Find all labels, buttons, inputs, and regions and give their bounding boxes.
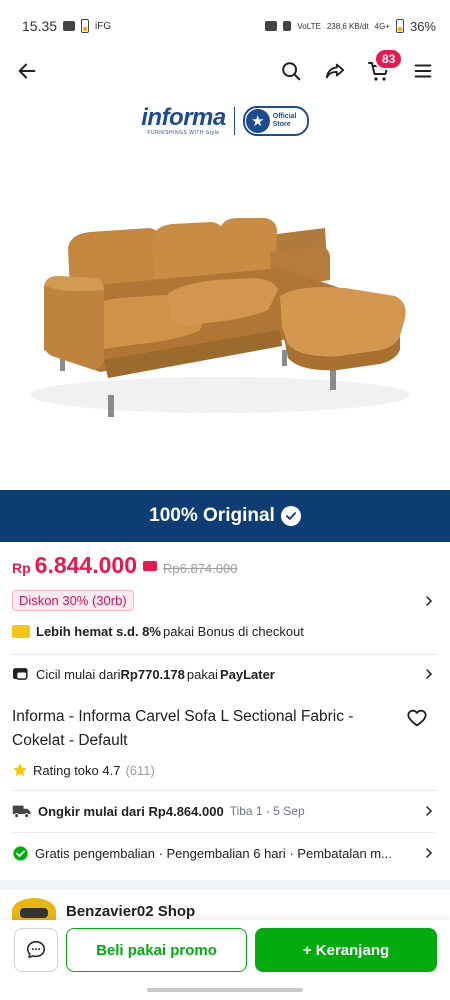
star-icon: ★ [245,109,270,133]
verified-check-icon [280,506,301,526]
brand-tagline: FURNISHINGS WITH Style [147,130,220,136]
divider [12,654,438,655]
net-speed: 238,6 KB/dt [326,21,369,31]
volte-label: VoLTE [297,21,321,31]
battery-percent: 36% [409,18,436,34]
back-button[interactable] [12,56,42,86]
original-banner: 100% Original [0,490,450,542]
discount-badge: Diskon 30% (30rb) [12,590,134,611]
chevron-right-icon [420,592,438,610]
cart-button[interactable]: 83 [364,48,404,86]
divider [12,832,438,833]
section-separator [0,880,450,890]
shipping-eta: Tiba 1 - 5 Sep [229,804,305,818]
product-image[interactable] [0,160,450,490]
official-store-label: Official Store [272,113,297,128]
rating-row: Rating toko 4.7 (611) [12,762,155,778]
price-currency: Rp [12,560,31,576]
top-navigation: 83 [0,48,450,90]
status-time: 15.35 [22,18,58,34]
shipping-cost: Ongkir mulai dari Rp4.864.000 [38,803,224,819]
chat-button[interactable] [14,928,58,972]
add-to-cart-button[interactable]: + Keranjang [255,928,437,972]
heart-icon [407,709,427,727]
shield-check-icon [13,845,28,861]
price-row: Rp 6.844.000 Rp6.874.000 [12,552,438,579]
status-extra: iFG [95,20,112,32]
signal-label: 4G+ [374,21,390,31]
status-bar: 15.35 iFG VoLTE 238,6 KB/dt 4G+ 36% [0,0,450,52]
price-original: Rp6.874.000 [163,561,238,576]
menu-button[interactable] [408,56,438,86]
brand-header: informa FURNISHINGS WITH Style ★ Officia… [0,106,450,136]
shop-name: Benzavier02 Shop [66,902,196,920]
paylater-amount: Rp770.178 [120,666,185,682]
vibrate-icon [283,21,292,31]
paylater-row[interactable]: Cicil mulai dari Rp770.178 pakai PayLate… [12,665,438,683]
small-battery-icon [81,19,90,33]
chevron-right-icon [420,802,438,820]
returns-text: Gratis pengembalian · Pengembalian 6 har… [35,845,392,861]
search-icon [282,62,301,81]
price-current: 6.844.000 [34,552,137,578]
menu-icon [414,64,432,78]
paylater-prefix: Cicil mulai dari [36,666,121,682]
price-tag-icon [143,560,157,571]
brand-name: informa [141,104,226,131]
share-button[interactable] [320,56,350,86]
rating-label: Rating toko 4.7 [33,762,121,778]
paylater-provider: PayLater [219,666,275,682]
paylater-icon [13,668,28,680]
bonus-ticket-icon [12,625,30,638]
bonus-bold: Lebih hemat s.d. 8% [36,624,161,639]
share-icon [325,63,345,79]
search-button[interactable] [276,56,306,86]
divider [12,790,438,791]
returns-row[interactable]: Gratis pengembalian · Pengembalian 6 har… [12,844,438,862]
brand-logo: informa FURNISHINGS WITH Style [141,104,226,137]
official-store-badge: ★ Official Store [242,106,309,136]
discount-row[interactable]: Diskon 30% (30rb) [12,590,438,611]
shipping-row[interactable]: Ongkir mulai dari Rp4.864.000 Tiba 1 - 5… [12,802,438,820]
back-arrow-icon [18,63,36,79]
bottom-action-bar: Beli pakai promo + Keranjang [0,920,450,1000]
chevron-right-icon [420,844,438,862]
bonus-rest: pakai Bonus di checkout [162,624,304,639]
cart-count-badge: 83 [374,48,404,70]
product-title: Informa - Informa Carvel Sofa L Sectiona… [12,708,354,749]
brand-divider [233,107,235,135]
star-icon [13,763,27,777]
wishlist-button[interactable] [402,703,432,733]
buy-with-promo-button[interactable]: Beli pakai promo [66,928,247,972]
rating-count: (611) [125,762,155,778]
game-icon [63,21,76,31]
home-indicator [147,988,303,992]
bonus-row: Lebih hemat s.d. 8% pakai Bonus di check… [12,624,438,639]
chevron-right-icon [420,665,438,683]
battery-icon [395,19,404,33]
chat-icon [26,940,46,959]
alarm-icon [265,21,278,31]
original-text: 100% Original [149,505,275,526]
paylater-mid: pakai [186,666,218,682]
truck-icon [12,805,31,819]
